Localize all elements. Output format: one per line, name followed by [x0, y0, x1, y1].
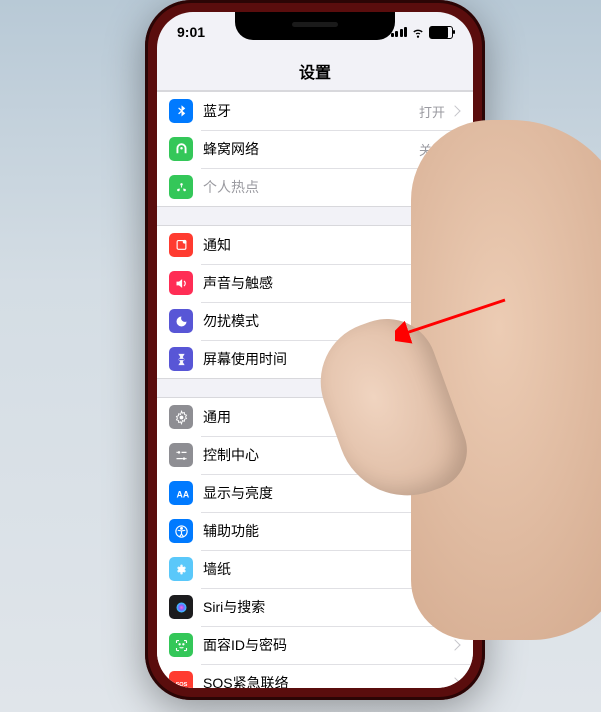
- notch: [235, 12, 395, 40]
- chevron-right-icon: [449, 315, 460, 326]
- settings-group: 通用1控制中心AA显示与亮度辅助功能墙纸Siri与搜索面容ID与密码SOSSOS…: [157, 397, 473, 688]
- row-label: 控制中心: [203, 445, 451, 465]
- chevron-right-icon: [449, 181, 460, 192]
- row-label: 显示与亮度: [203, 483, 451, 503]
- phone-screen: 9:01 设置 蓝牙打开蜂窝网络关闭个人热点关闭通知声音与触感勿扰模式屏幕使用时…: [157, 12, 473, 688]
- chevron-right-icon: [449, 353, 460, 364]
- control-icon: [169, 443, 193, 467]
- chevron-right-icon: [449, 563, 460, 574]
- row-value: 关闭: [419, 178, 445, 197]
- chevron-right-icon: [449, 105, 460, 116]
- sos-icon: SOS: [169, 671, 193, 688]
- display-icon: AA: [169, 481, 193, 505]
- battery-icon: [429, 26, 453, 39]
- settings-row-general[interactable]: 通用1: [157, 398, 473, 436]
- row-label: 个人热点: [203, 177, 419, 197]
- row-value: 打开: [419, 102, 445, 121]
- settings-row-accessibility[interactable]: 辅助功能: [157, 512, 473, 550]
- general-icon: [169, 405, 193, 429]
- settings-row-siri[interactable]: Siri与搜索: [157, 588, 473, 626]
- row-label: Siri与搜索: [203, 597, 451, 617]
- settings-row-wallpaper[interactable]: 墙纸: [157, 550, 473, 588]
- chevron-right-icon: [449, 411, 460, 422]
- settings-row-sounds[interactable]: 声音与触感: [157, 264, 473, 302]
- chevron-right-icon: [449, 487, 460, 498]
- settings-row-hotspot[interactable]: 个人热点关闭: [157, 168, 473, 206]
- status-time: 9:01: [177, 24, 205, 40]
- row-label: 勿扰模式: [203, 311, 451, 331]
- svg-text:SOS: SOS: [175, 682, 187, 688]
- settings-row-cellular[interactable]: 蜂窝网络关闭: [157, 130, 473, 168]
- page-title: 设置: [299, 59, 331, 83]
- row-label: SOS紧急联络: [203, 673, 451, 688]
- row-label: 声音与触感: [203, 273, 451, 293]
- chevron-right-icon: [449, 677, 460, 688]
- chevron-right-icon: [449, 143, 460, 154]
- settings-row-sos[interactable]: SOS SOS紧急联络: [157, 664, 473, 688]
- siri-icon: [169, 595, 193, 619]
- row-label: 面容ID与密码: [203, 635, 451, 655]
- row-label: 通用: [203, 407, 425, 427]
- notifications-icon: [169, 233, 193, 257]
- chevron-right-icon: [449, 277, 460, 288]
- accessibility-icon: [169, 519, 193, 543]
- settings-group: 通知声音与触感勿扰模式屏幕使用时间: [157, 225, 473, 379]
- svg-text:AA: AA: [176, 489, 189, 499]
- notification-badge: 1: [425, 408, 443, 426]
- row-label: 蓝牙: [203, 101, 419, 121]
- row-label: 蜂窝网络: [203, 139, 419, 159]
- row-label: 通知: [203, 235, 451, 255]
- settings-row-display[interactable]: AA 显示与亮度: [157, 474, 473, 512]
- chevron-right-icon: [449, 601, 460, 612]
- sounds-icon: [169, 271, 193, 295]
- settings-row-screentime[interactable]: 屏幕使用时间: [157, 340, 473, 378]
- phone-frame: 9:01 设置 蓝牙打开蜂窝网络关闭个人热点关闭通知声音与触感勿扰模式屏幕使用时…: [145, 0, 485, 700]
- chevron-right-icon: [449, 525, 460, 536]
- settings-row-bluetooth[interactable]: 蓝牙打开: [157, 92, 473, 130]
- row-label: 屏幕使用时间: [203, 349, 451, 369]
- row-label: 墙纸: [203, 559, 451, 579]
- chevron-right-icon: [449, 449, 460, 460]
- chevron-right-icon: [449, 239, 460, 250]
- row-label: 辅助功能: [203, 521, 451, 541]
- settings-row-control[interactable]: 控制中心: [157, 436, 473, 474]
- status-indicators: [391, 25, 454, 39]
- settings-group: 蓝牙打开蜂窝网络关闭个人热点关闭: [157, 91, 473, 207]
- row-value: 关闭: [419, 140, 445, 159]
- settings-row-dnd[interactable]: 勿扰模式: [157, 302, 473, 340]
- settings-row-faceid[interactable]: 面容ID与密码: [157, 626, 473, 664]
- settings-row-notifications[interactable]: 通知: [157, 226, 473, 264]
- settings-list[interactable]: 蓝牙打开蜂窝网络关闭个人热点关闭通知声音与触感勿扰模式屏幕使用时间通用1控制中心…: [157, 91, 473, 688]
- wallpaper-icon: [169, 557, 193, 581]
- nav-header: 设置: [157, 52, 473, 91]
- bluetooth-icon: [169, 99, 193, 123]
- faceid-icon: [169, 633, 193, 657]
- wifi-icon: [411, 25, 425, 39]
- dnd-icon: [169, 309, 193, 333]
- screentime-icon: [169, 347, 193, 371]
- cellular-icon: [169, 137, 193, 161]
- chevron-right-icon: [449, 639, 460, 650]
- hotspot-icon: [169, 175, 193, 199]
